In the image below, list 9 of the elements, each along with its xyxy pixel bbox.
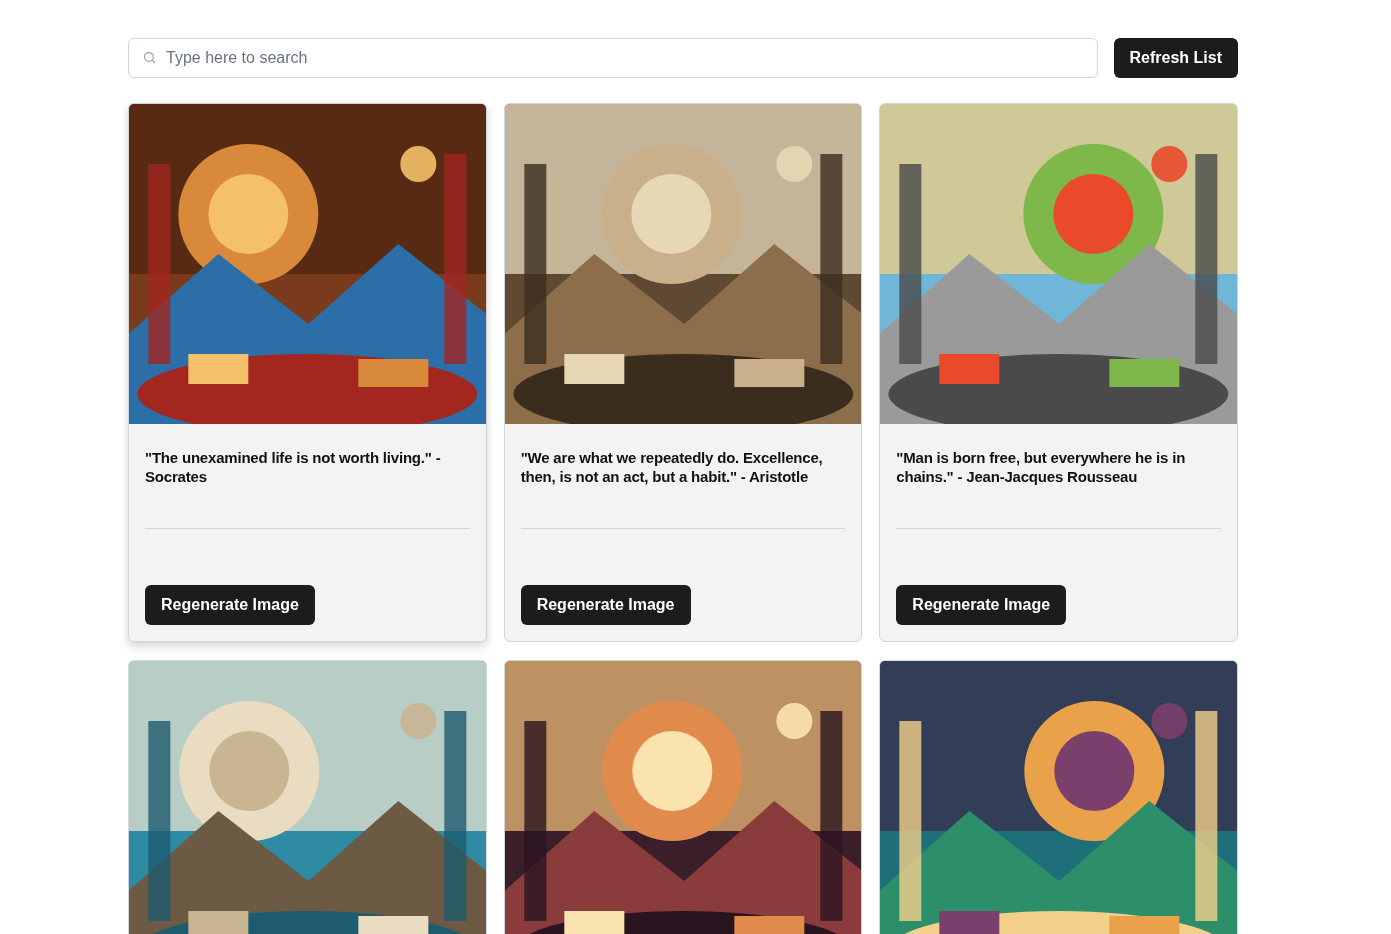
refresh-button[interactable]: Refresh List <box>1113 38 1238 78</box>
regenerate-button[interactable]: Regenerate Image <box>896 585 1067 625</box>
search-field[interactable]: Type here to search <box>128 38 1098 78</box>
quote-text: "Man is born free, but everywhere he is in chains." - Jean-Jacques Rousseau <box>896 448 1187 487</box>
quote-text: "The unexamined life is not worth living." - Socrates <box>145 448 442 487</box>
search-icon <box>142 50 157 65</box>
regenerate-button[interactable]: Regenerate Image <box>145 585 315 625</box>
quote-text: "We are what we repeatedly do. Excellence, then, is not an act, but a habit." - Aristotle <box>520 448 824 487</box>
regenerate-button[interactable]: Regenerate Image <box>520 585 691 625</box>
